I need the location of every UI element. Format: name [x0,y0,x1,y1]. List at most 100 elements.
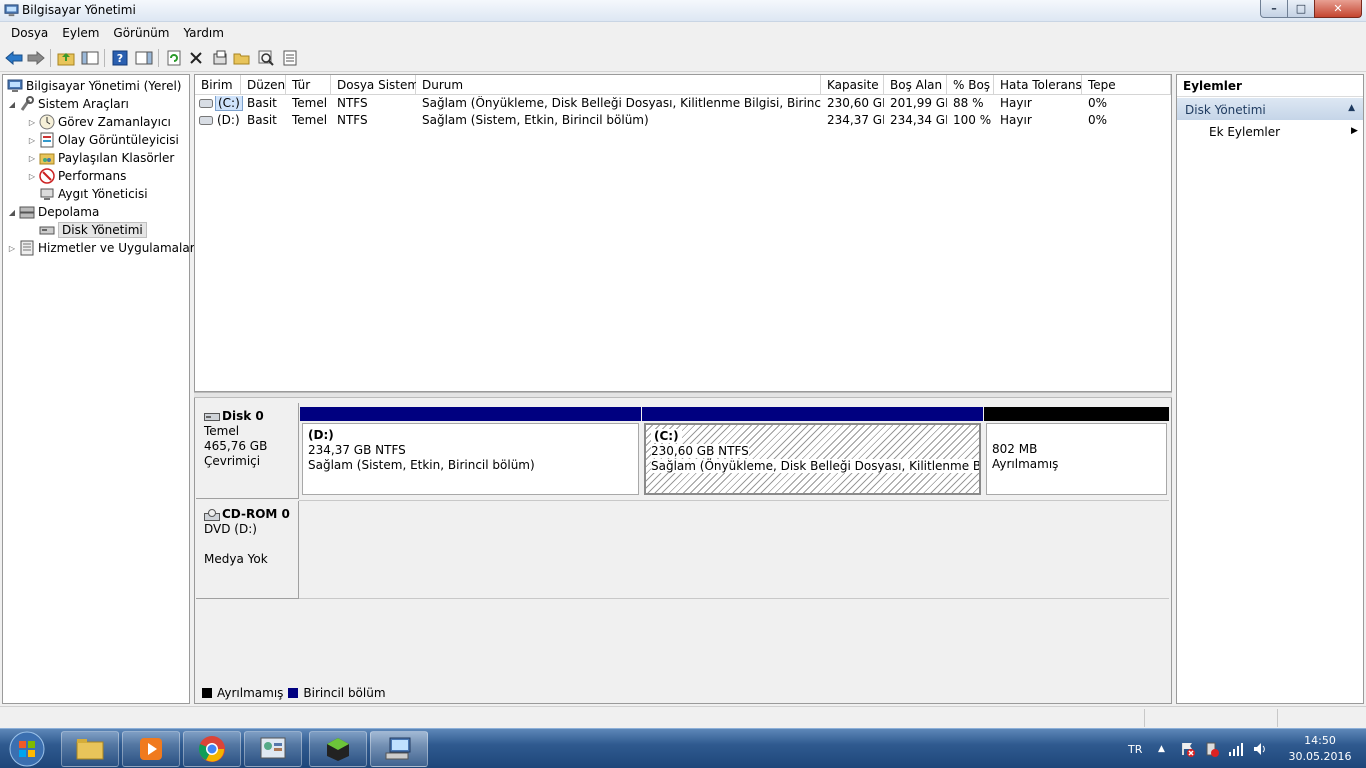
maximize-button[interactable]: □ [1287,0,1315,18]
volume-c-type: Temel [292,96,328,110]
menu-view[interactable]: Görünüm [106,26,176,40]
tree-disk-management[interactable]: Disk Yönetimi [37,221,147,239]
legend: Ayrılmamış Birincil bölüm [197,684,386,702]
console-tree: Bilgisayar Yönetimi (Yerel) ◢ Sistem Ara… [2,74,195,704]
col-free-space[interactable]: Boş Alan [884,75,947,95]
refresh-icon [167,50,181,66]
col-filesystem[interactable]: Dosya Sistemi [331,75,422,95]
up-level-button[interactable] [56,48,76,68]
volume-c-fault: Hayır [1000,96,1032,110]
tools-icon [20,96,34,111]
forward-button[interactable] [26,48,46,68]
status-bar [0,706,1366,728]
help-button[interactable]: ? [110,48,130,68]
taskbar: TR ▲ 14:50 30.05.2016 [0,728,1366,768]
media-player-icon [140,738,162,760]
partition-d[interactable]: (D:) 234,37 GB NTFS Sağlam (Sistem, Etki… [300,407,641,495]
tree-task-scheduler[interactable]: ▷ Görev Zamanlayıcı [27,113,171,131]
col-percent-free[interactable]: % Boş [947,75,994,95]
show-hide-tree-button[interactable] [80,48,100,68]
tree-device-manager[interactable]: Aygıt Yöneticisi [37,185,148,203]
language-indicator[interactable]: TR [1128,729,1142,768]
delete-x-icon [190,52,202,64]
taskbar-media-player[interactable] [122,731,180,767]
tree-performance[interactable]: ▷ Performans [27,167,126,185]
unallocated-status: Ayrılmamış [992,457,1059,471]
expand-arrow-icon[interactable]: ▷ [27,136,37,145]
tree-storage[interactable]: ◢ Depolama [7,203,99,221]
refresh-button[interactable] [164,48,184,68]
drive-icon [199,116,213,125]
partition-d-bar [300,407,641,421]
tree-root[interactable]: Bilgisayar Yönetimi (Yerel) [5,77,181,95]
tree-system-tools[interactable]: ◢ Sistem Araçları [7,95,129,113]
open-folder-icon [233,53,250,65]
col-type[interactable]: Tür [286,75,331,95]
expand-arrow-icon[interactable]: ▷ [7,244,17,253]
actions-section-disk-management[interactable]: Disk Yönetimi ▲ [1177,98,1363,120]
show-hide-action-pane-button[interactable] [134,48,154,68]
drive-icon [199,99,213,108]
minimize-button[interactable]: – [1260,0,1288,18]
collapse-arrow-icon[interactable]: ◢ [7,208,17,217]
open-button[interactable] [232,48,252,68]
computer-management-icon [385,737,411,760]
delete-button[interactable] [186,48,206,68]
col-volume[interactable]: Birim [195,75,241,95]
taskbar-control-panel[interactable] [244,731,302,767]
windows-logo-icon [9,731,45,767]
back-button[interactable] [4,48,24,68]
disk-properties-button[interactable] [280,48,300,68]
col-status[interactable]: Durum [416,75,821,95]
tree-services[interactable]: ▷ Hizmetler ve Uygulamalar [7,239,195,257]
cube-app-icon [327,738,349,761]
cdrom-icon [204,508,220,521]
expand-arrow-icon[interactable]: ▷ [27,172,37,181]
title-bar[interactable]: Bilgisayar Yönetimi – □ ✕ [0,0,1366,22]
shared-folder-icon [39,153,55,165]
cdrom-0-info[interactable]: CD-ROM 0 DVD (D:) Medya Yok [196,501,299,599]
taskbar-chrome[interactable] [183,731,241,767]
volume-c-overhead: 0% [1088,96,1108,110]
properties-button[interactable] [210,48,230,68]
tray-expand-icon[interactable]: ▲ [1158,729,1165,768]
close-button[interactable]: ✕ [1314,0,1362,18]
partition-c-size: 230,60 GB NTFS [651,444,749,458]
taskbar-computer-management[interactable] [370,731,428,767]
more-actions-item[interactable]: Ek Eylemler [1209,125,1280,139]
services-icon [20,240,34,256]
clock[interactable]: 14:50 30.05.2016 [1282,733,1358,765]
col-fault-tolerance[interactable]: Hata Toleransı [994,75,1085,95]
col-layout[interactable]: Düzen [241,75,286,95]
partition-c[interactable]: (C:) 230,60 GB NTFS Sağlam (Önyükleme, D… [642,407,983,495]
taskbar-app-cube[interactable] [309,731,367,767]
svg-text:?: ? [117,52,123,65]
network-signal-icon[interactable] [1228,741,1244,757]
search-button[interactable] [256,48,276,68]
collapse-up-icon[interactable]: ▲ [1348,103,1355,113]
volume-list: Birim Düzen Tür Dosya Sistemi Durum Kapa… [194,74,1172,392]
menu-action[interactable]: Eylem [55,26,106,40]
tree-task-scheduler-label: Görev Zamanlayıcı [58,115,171,129]
tree-shared-folders[interactable]: ▷ Paylaşılan Klasörler [27,149,174,167]
start-button[interactable] [4,730,50,768]
taskbar-explorer[interactable] [61,731,119,767]
collapse-arrow-icon[interactable]: ◢ [7,100,17,109]
expand-arrow-icon[interactable]: ▷ [27,154,37,163]
col-capacity[interactable]: Kapasite [821,75,884,95]
menu-help[interactable]: Yardım [176,26,230,40]
disk-0-size: 465,76 GB [204,439,268,453]
storage-icon [19,206,35,219]
safely-remove-hardware-icon[interactable] [1204,741,1220,757]
legend-primary: Birincil bölüm [303,686,386,700]
disk-0-info[interactable]: Disk 0 Temel 465,76 GB Çevrimiçi [196,403,299,499]
volume-speaker-icon[interactable] [1252,741,1268,757]
partition-unallocated[interactable]: 802 MB Ayrılmamış [984,407,1169,495]
volume-d-status: Sağlam (Sistem, Etkin, Birincil bölüm) [422,113,649,127]
disk-0-status: Çevrimiçi [204,454,261,468]
expand-arrow-icon[interactable]: ▷ [27,118,37,127]
action-center-icon[interactable] [1180,741,1196,757]
col-overhead[interactable]: Tepe [1082,75,1171,95]
tree-event-viewer[interactable]: ▷ Olay Görüntüleyicisi [27,131,179,149]
menu-file[interactable]: Dosya [4,26,55,40]
